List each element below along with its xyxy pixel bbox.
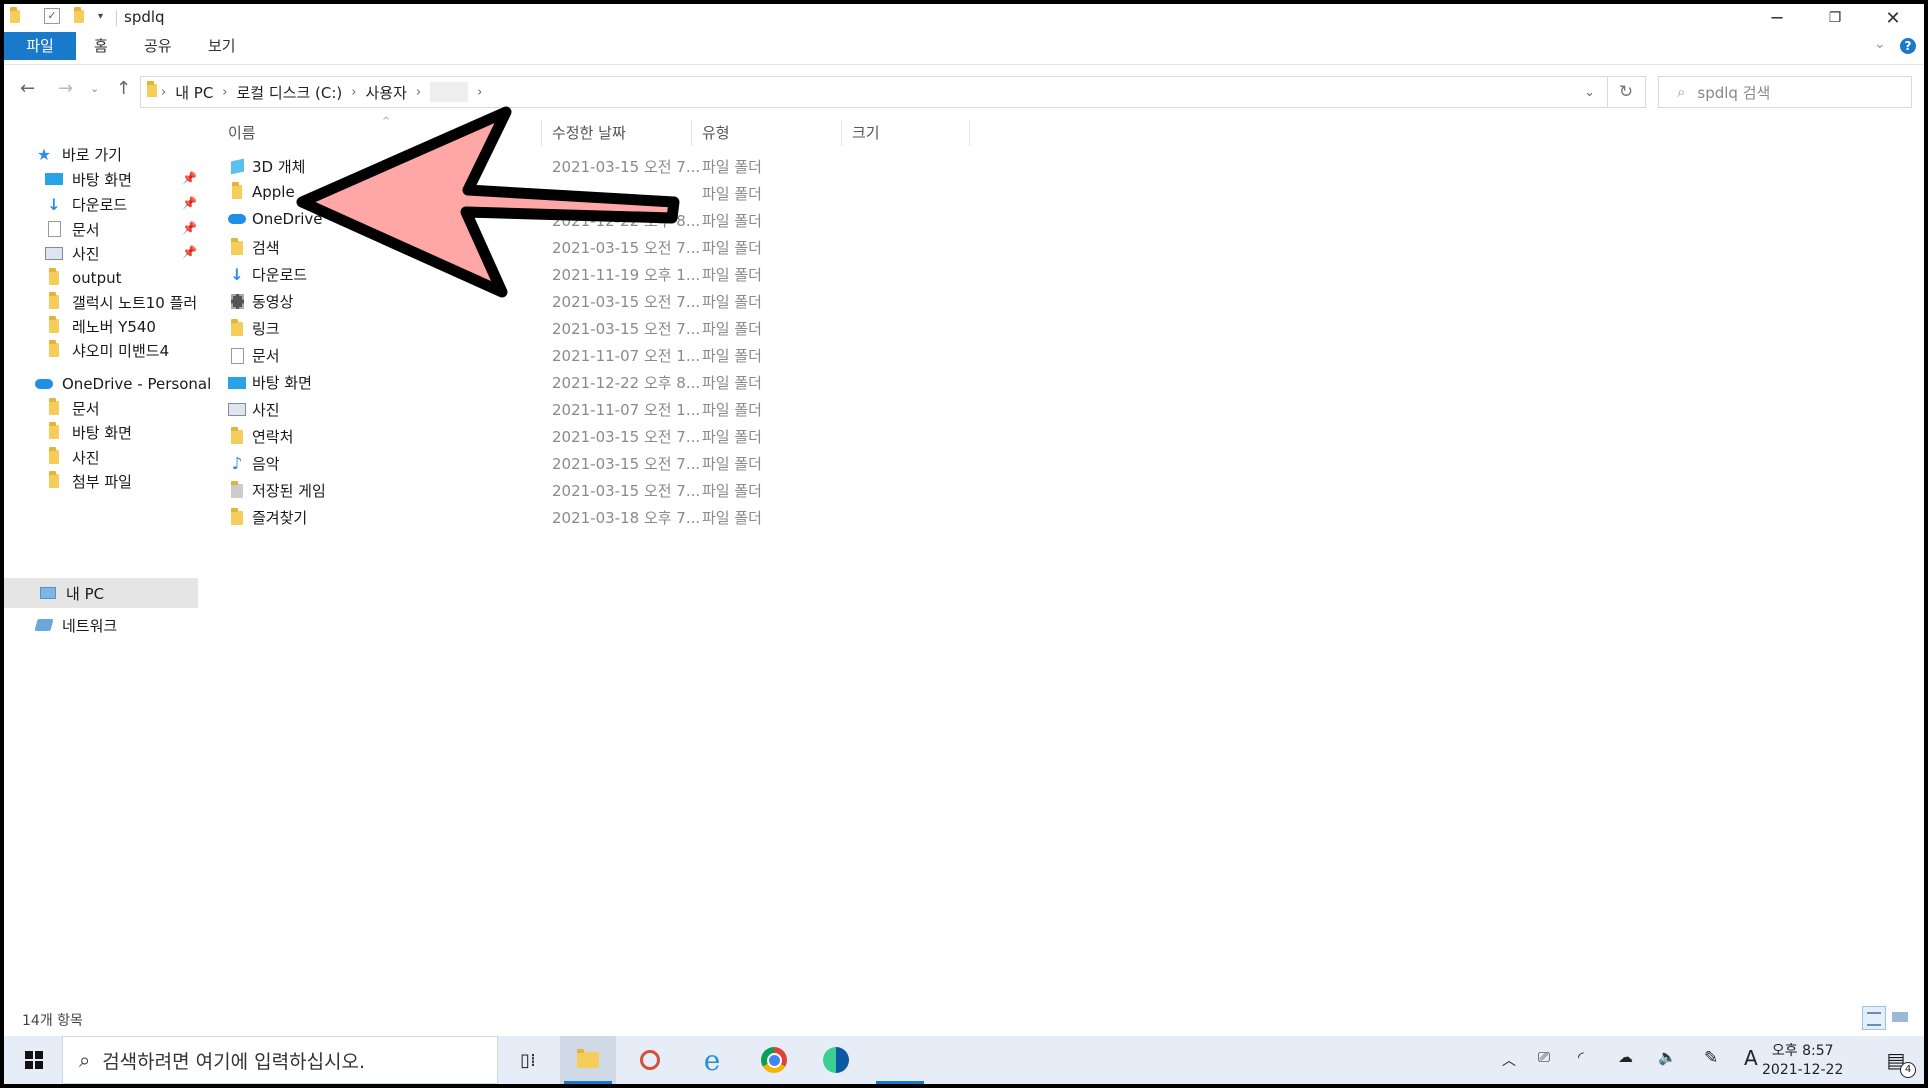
- meet-now-icon[interactable]: ⎚: [1538, 1048, 1550, 1066]
- volume-icon[interactable]: 🔈: [1658, 1048, 1677, 1066]
- show-hidden-icons-chevron-icon[interactable]: ︿: [1502, 1050, 1516, 1070]
- chrome-button[interactable]: [746, 1036, 802, 1084]
- edge-icon: [823, 1047, 849, 1073]
- search-icon: ⌕: [79, 1048, 91, 1072]
- edge-button[interactable]: [808, 1036, 924, 1084]
- details-view-icon: [1867, 1012, 1881, 1026]
- chrome-icon: [761, 1047, 787, 1073]
- annotation-arrow: [296, 106, 680, 298]
- clock-date: 2021-12-22: [1762, 1062, 1844, 1078]
- notification-center-button[interactable]: ▤ 4: [1868, 1036, 1924, 1084]
- file-explorer-taskbar-button[interactable]: [560, 1036, 616, 1084]
- magnifier-app-icon: [640, 1050, 660, 1070]
- desktop-screen: ✓ ▾ spdlq ─ ❐ ✕ 파일 홈 공유 보기 ⌄ ? ← → ⌄ ↑ ›…: [4, 4, 1924, 1084]
- magnifier-app-button[interactable]: [622, 1036, 678, 1084]
- task-view-button[interactable]: ▯⁞: [500, 1036, 556, 1084]
- annotation-arrow-shape: [296, 106, 680, 298]
- status-item-count: 14개 항목: [22, 1013, 83, 1029]
- taskbar-search-input[interactable]: ⌕ 검색하려면 여기에 입력하십시오.: [62, 1036, 498, 1084]
- pen-workspace-icon[interactable]: ✎: [1704, 1048, 1718, 1068]
- taskbar-clock[interactable]: 오후 8:57 2021-12-22: [1762, 1042, 1843, 1080]
- internet-explorer-button[interactable]: e: [684, 1036, 740, 1084]
- clock-time: 오후 8:57: [1771, 1043, 1834, 1059]
- task-view-icon: ▯⁞: [520, 1049, 536, 1071]
- internet-explorer-icon: e: [703, 1043, 721, 1077]
- taskbar: ⌕ 검색하려면 여기에 입력하십시오. ▯⁞ e ︿ ⎚ ◜ ☁ 🔈 ✎ A 오…: [4, 1036, 1924, 1084]
- details-view-button[interactable]: [1862, 1006, 1886, 1030]
- notification-count-badge: 4: [1900, 1062, 1916, 1078]
- file-explorer-icon: [577, 1049, 599, 1068]
- large-icons-view-button[interactable]: [1888, 1006, 1912, 1030]
- start-button[interactable]: [6, 1036, 62, 1084]
- input-method-indicator[interactable]: A: [1744, 1046, 1758, 1070]
- wifi-icon[interactable]: ◜: [1578, 1048, 1584, 1066]
- large-icons-view-icon: [1892, 1012, 1908, 1022]
- windows-logo-icon: [25, 1051, 43, 1069]
- taskbar-search-placeholder: 검색하려면 여기에 입력하십시오.: [102, 1050, 366, 1073]
- onedrive-tray-icon[interactable]: ☁: [1618, 1048, 1633, 1066]
